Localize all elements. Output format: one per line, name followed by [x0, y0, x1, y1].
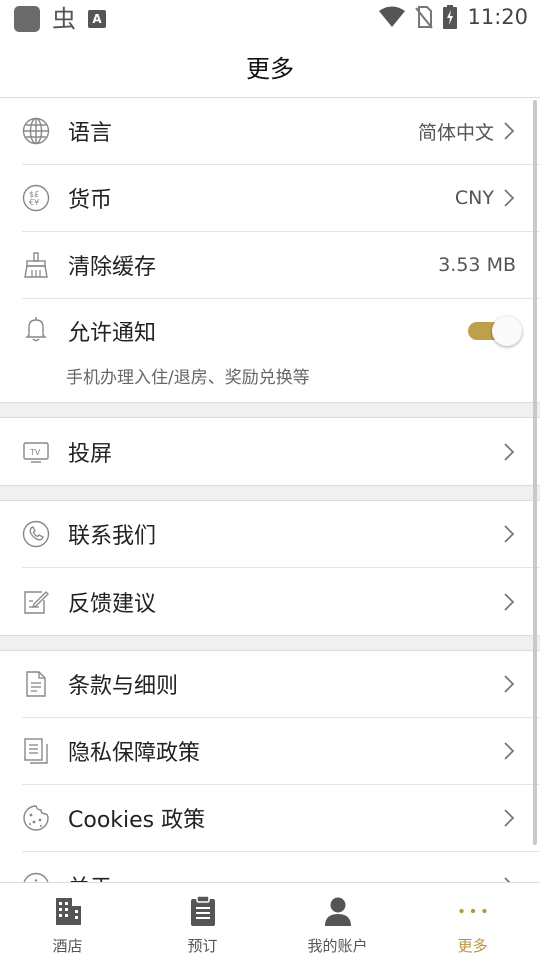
svg-text:€¥: €¥	[29, 198, 39, 207]
cast-row[interactable]: TV 投屏	[22, 418, 540, 485]
font-a-icon: A	[88, 10, 106, 28]
clear-cache-label: 清除缓存	[68, 255, 157, 280]
clear-cache-row[interactable]: 清除缓存 3.53 MB	[22, 232, 540, 299]
chevron-right-icon	[502, 673, 516, 695]
wifi-icon	[379, 6, 406, 27]
section-divider	[0, 485, 540, 501]
chevron-right-icon	[502, 120, 516, 142]
bell-icon	[22, 315, 50, 343]
feedback-row[interactable]: 反馈建议	[22, 568, 540, 635]
section-divider	[0, 402, 540, 418]
tab-label: 预订	[187, 937, 218, 955]
tv-icon: TV	[22, 438, 50, 466]
cookie-icon	[22, 804, 50, 832]
contact-label: 联系我们	[68, 524, 157, 549]
terms-label: 条款与细则	[68, 674, 179, 699]
terms-row[interactable]: 条款与细则	[22, 651, 540, 718]
support-section: 联系我们 反馈建议	[0, 501, 540, 635]
chevron-right-icon	[502, 740, 516, 762]
about-row[interactable]: 关于	[22, 852, 540, 882]
scrollbar[interactable]	[533, 100, 537, 845]
preferences-section: 语言 简体中文 $£ €¥ 货币 CNY 清除缓存 3.53 MB 允许通知 手…	[0, 98, 540, 402]
document-icon	[22, 670, 50, 698]
tab-label: 我的账户	[307, 937, 368, 955]
chevron-right-icon	[502, 523, 516, 545]
section-divider	[0, 635, 540, 651]
feedback-label: 反馈建议	[68, 591, 157, 617]
privacy-row[interactable]: 隐私保障政策	[22, 718, 540, 785]
tab-label: 酒店	[52, 937, 83, 955]
tab-hotels[interactable]: 酒店	[0, 883, 135, 960]
info-icon	[22, 872, 50, 882]
legal-section: 条款与细则 隐私保障政策 Cookies 政策 关于	[0, 651, 540, 882]
cookies-row[interactable]: Cookies 政策	[22, 785, 540, 852]
language-value: 简体中文	[417, 121, 494, 144]
more-dots-icon	[458, 895, 488, 927]
notifications-row: 允许通知 手机办理入住/退房、奖励兑换等	[22, 299, 540, 402]
tab-more[interactable]: 更多	[405, 883, 540, 960]
currency-label: 货币	[68, 188, 113, 213]
building-icon	[53, 895, 83, 927]
no-sim-icon	[415, 6, 434, 29]
tab-bookings[interactable]: 预订	[135, 883, 270, 960]
clipboard-icon	[188, 895, 218, 927]
chevron-right-icon	[502, 591, 516, 613]
documents-stack-icon	[22, 737, 50, 765]
cast-section: TV 投屏	[0, 418, 540, 485]
bottom-tab-bar: 酒店 预订 我的账户 更多	[0, 882, 540, 960]
chevron-right-icon	[502, 187, 516, 209]
person-icon	[323, 895, 353, 927]
currency-row[interactable]: $£ €¥ 货币 CNY	[22, 165, 540, 232]
bug-icon: 虫	[52, 5, 76, 33]
currency-icon: $£ €¥	[22, 184, 50, 212]
title-bar: 更多	[0, 36, 540, 98]
edit-note-icon	[22, 588, 50, 616]
broom-icon	[22, 251, 50, 279]
status-bar: 虫 A 11:20	[0, 0, 540, 36]
language-label: 语言	[68, 121, 113, 146]
about-label: 关于	[68, 870, 502, 883]
language-row[interactable]: 语言 简体中文	[22, 98, 540, 165]
globe-icon	[22, 117, 50, 145]
cast-label: 投屏	[68, 441, 113, 467]
clock-time: 11:20	[467, 5, 528, 29]
cookies-label: Cookies 政策	[68, 808, 206, 833]
app-notification-icon	[14, 6, 40, 32]
notifications-label: 允许通知	[68, 321, 157, 346]
svg-text:TV: TV	[29, 448, 41, 457]
notifications-toggle[interactable]	[468, 315, 522, 346]
chevron-right-icon	[502, 441, 516, 463]
chevron-right-icon	[502, 875, 516, 882]
currency-value: CNY	[454, 187, 494, 209]
cache-size-value: 3.53 MB	[438, 254, 516, 276]
settings-list: 语言 简体中文 $£ €¥ 货币 CNY 清除缓存 3.53 MB 允许通知 手…	[0, 98, 540, 882]
toggle-knob	[492, 316, 522, 346]
phone-icon	[22, 520, 50, 548]
notifications-subtitle: 手机办理入住/退房、奖励兑换等	[66, 368, 310, 388]
tab-my-account[interactable]: 我的账户	[270, 883, 405, 960]
page-title: 更多	[246, 55, 294, 83]
privacy-label: 隐私保障政策	[68, 741, 201, 766]
battery-charging-icon	[443, 5, 458, 29]
tab-label: 更多	[457, 937, 488, 955]
contact-row[interactable]: 联系我们	[22, 501, 540, 568]
chevron-right-icon	[502, 807, 516, 829]
